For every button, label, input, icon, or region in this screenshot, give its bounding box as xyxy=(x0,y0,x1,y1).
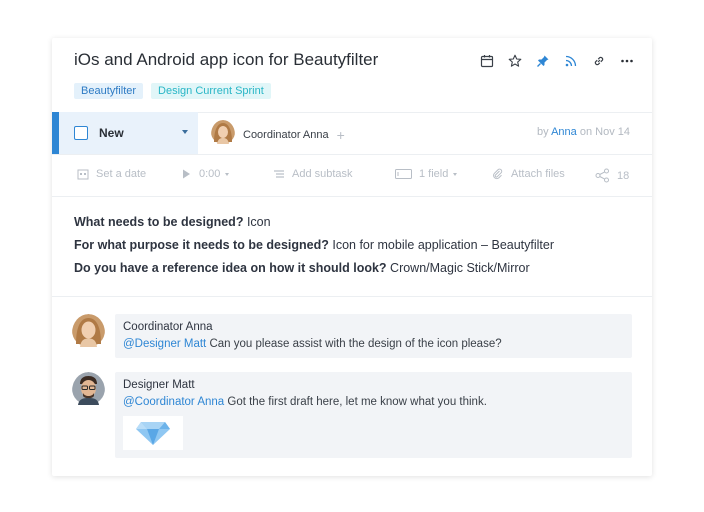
description-line: Do you have a reference idea on how it s… xyxy=(74,260,554,276)
task-description[interactable]: What needs to be designed? Icon For what… xyxy=(74,214,554,283)
add-subtask-label: Add subtask xyxy=(292,168,353,180)
followers-button[interactable]: 18 xyxy=(595,168,629,183)
status-label: New xyxy=(99,126,124,140)
task-header: iOs and Android app icon for Beautyfilte… xyxy=(52,38,652,113)
description-question: What needs to be designed? xyxy=(74,215,244,229)
comment-item: Coordinator Anna @Designer Matt Can you … xyxy=(72,314,632,358)
comment-text: @Coordinator Anna Got the first draft he… xyxy=(123,394,624,410)
chevron-down-icon xyxy=(225,172,230,176)
avatar xyxy=(211,120,235,149)
link-icon[interactable] xyxy=(592,54,606,68)
field-icon xyxy=(395,169,412,179)
comment-body: Can you please assist with the design of… xyxy=(206,338,502,350)
description-line: For what purpose it needs to be designed… xyxy=(74,237,554,253)
byline-date: on Nov 14 xyxy=(579,126,630,138)
timer-value: 0:00 xyxy=(199,168,221,180)
task-title[interactable]: iOs and Android app icon for Beautyfilte… xyxy=(74,50,378,70)
avatar xyxy=(72,314,105,352)
chevron-down-icon xyxy=(182,130,188,134)
assignee-name: Coordinator Anna xyxy=(243,128,329,141)
task-toolbar: Set a date 0:00 Add subtask 1 field Atta… xyxy=(52,154,652,197)
pin-icon[interactable] xyxy=(536,54,550,68)
comment-item: Designer Matt @Coordinator Anna Got the … xyxy=(72,372,632,458)
add-subtask-button[interactable]: Add subtask xyxy=(273,168,353,180)
diamond-icon xyxy=(136,422,170,445)
tag-beautyfilter[interactable]: Beautyfilter xyxy=(74,83,144,99)
avatar xyxy=(72,372,105,410)
subtask-icon xyxy=(274,170,284,178)
followers-count: 18 xyxy=(617,169,630,182)
header-actions xyxy=(480,54,634,68)
description-answer: Icon for mobile application – Beautyfilt… xyxy=(328,238,555,252)
status-dropdown[interactable]: New xyxy=(52,112,198,154)
field-label: 1 field xyxy=(419,168,449,180)
attachment-thumbnail[interactable] xyxy=(123,416,183,450)
complete-checkbox[interactable] xyxy=(74,126,88,140)
set-date-label: Set a date xyxy=(96,168,147,180)
comment-bubble: Coordinator Anna @Designer Matt Can you … xyxy=(115,314,632,358)
star-icon[interactable] xyxy=(508,54,522,68)
play-icon xyxy=(183,169,190,179)
calendar-icon xyxy=(77,169,89,180)
more-icon[interactable] xyxy=(620,54,634,68)
status-bar: New Coordinator Anna + by Anna on Nov 14 xyxy=(52,112,652,155)
comment-author[interactable]: Designer Matt xyxy=(123,378,624,392)
description-answer: Icon xyxy=(243,215,271,229)
attach-files-button[interactable]: Attach files xyxy=(492,168,565,180)
calendar-icon[interactable] xyxy=(480,54,494,68)
description-line: What needs to be designed? Icon xyxy=(74,214,554,230)
section-divider xyxy=(52,296,652,297)
byline-prefix: by xyxy=(537,126,549,138)
comment-body: Got the first draft here, let me know wh… xyxy=(224,396,487,408)
attach-files-label: Attach files xyxy=(511,168,565,180)
byline-author[interactable]: Anna xyxy=(551,126,577,138)
chevron-down-icon xyxy=(453,172,458,176)
comment-author[interactable]: Coordinator Anna xyxy=(123,320,624,334)
mention-link[interactable]: @Coordinator Anna xyxy=(123,396,224,408)
description-question: Do you have a reference idea on how it s… xyxy=(74,261,387,275)
timer-button[interactable]: 0:00 xyxy=(180,168,230,180)
comment-text: @Designer Matt Can you please assist wit… xyxy=(123,336,624,352)
description-question: For what purpose it needs to be designed… xyxy=(74,238,329,252)
rss-icon[interactable] xyxy=(564,54,578,68)
mention-link[interactable]: @Designer Matt xyxy=(123,338,206,350)
tag-list: Beautyfilter Design Current Sprint xyxy=(74,83,271,99)
description-answer: Crown/Magic Stick/Mirror xyxy=(386,261,530,275)
paperclip-icon xyxy=(493,168,503,180)
plus-icon[interactable]: + xyxy=(337,128,345,142)
task-card: iOs and Android app icon for Beautyfilte… xyxy=(52,38,652,476)
set-date-button[interactable]: Set a date xyxy=(77,168,146,180)
custom-field-button[interactable]: 1 field xyxy=(395,168,458,180)
comment-bubble: Designer Matt @Coordinator Anna Got the … xyxy=(115,372,632,458)
tag-design-current-sprint[interactable]: Design Current Sprint xyxy=(151,83,271,99)
assignee[interactable]: Coordinator Anna + xyxy=(211,120,345,149)
share-icon xyxy=(595,168,609,183)
created-byline: by Anna on Nov 14 xyxy=(537,126,630,138)
